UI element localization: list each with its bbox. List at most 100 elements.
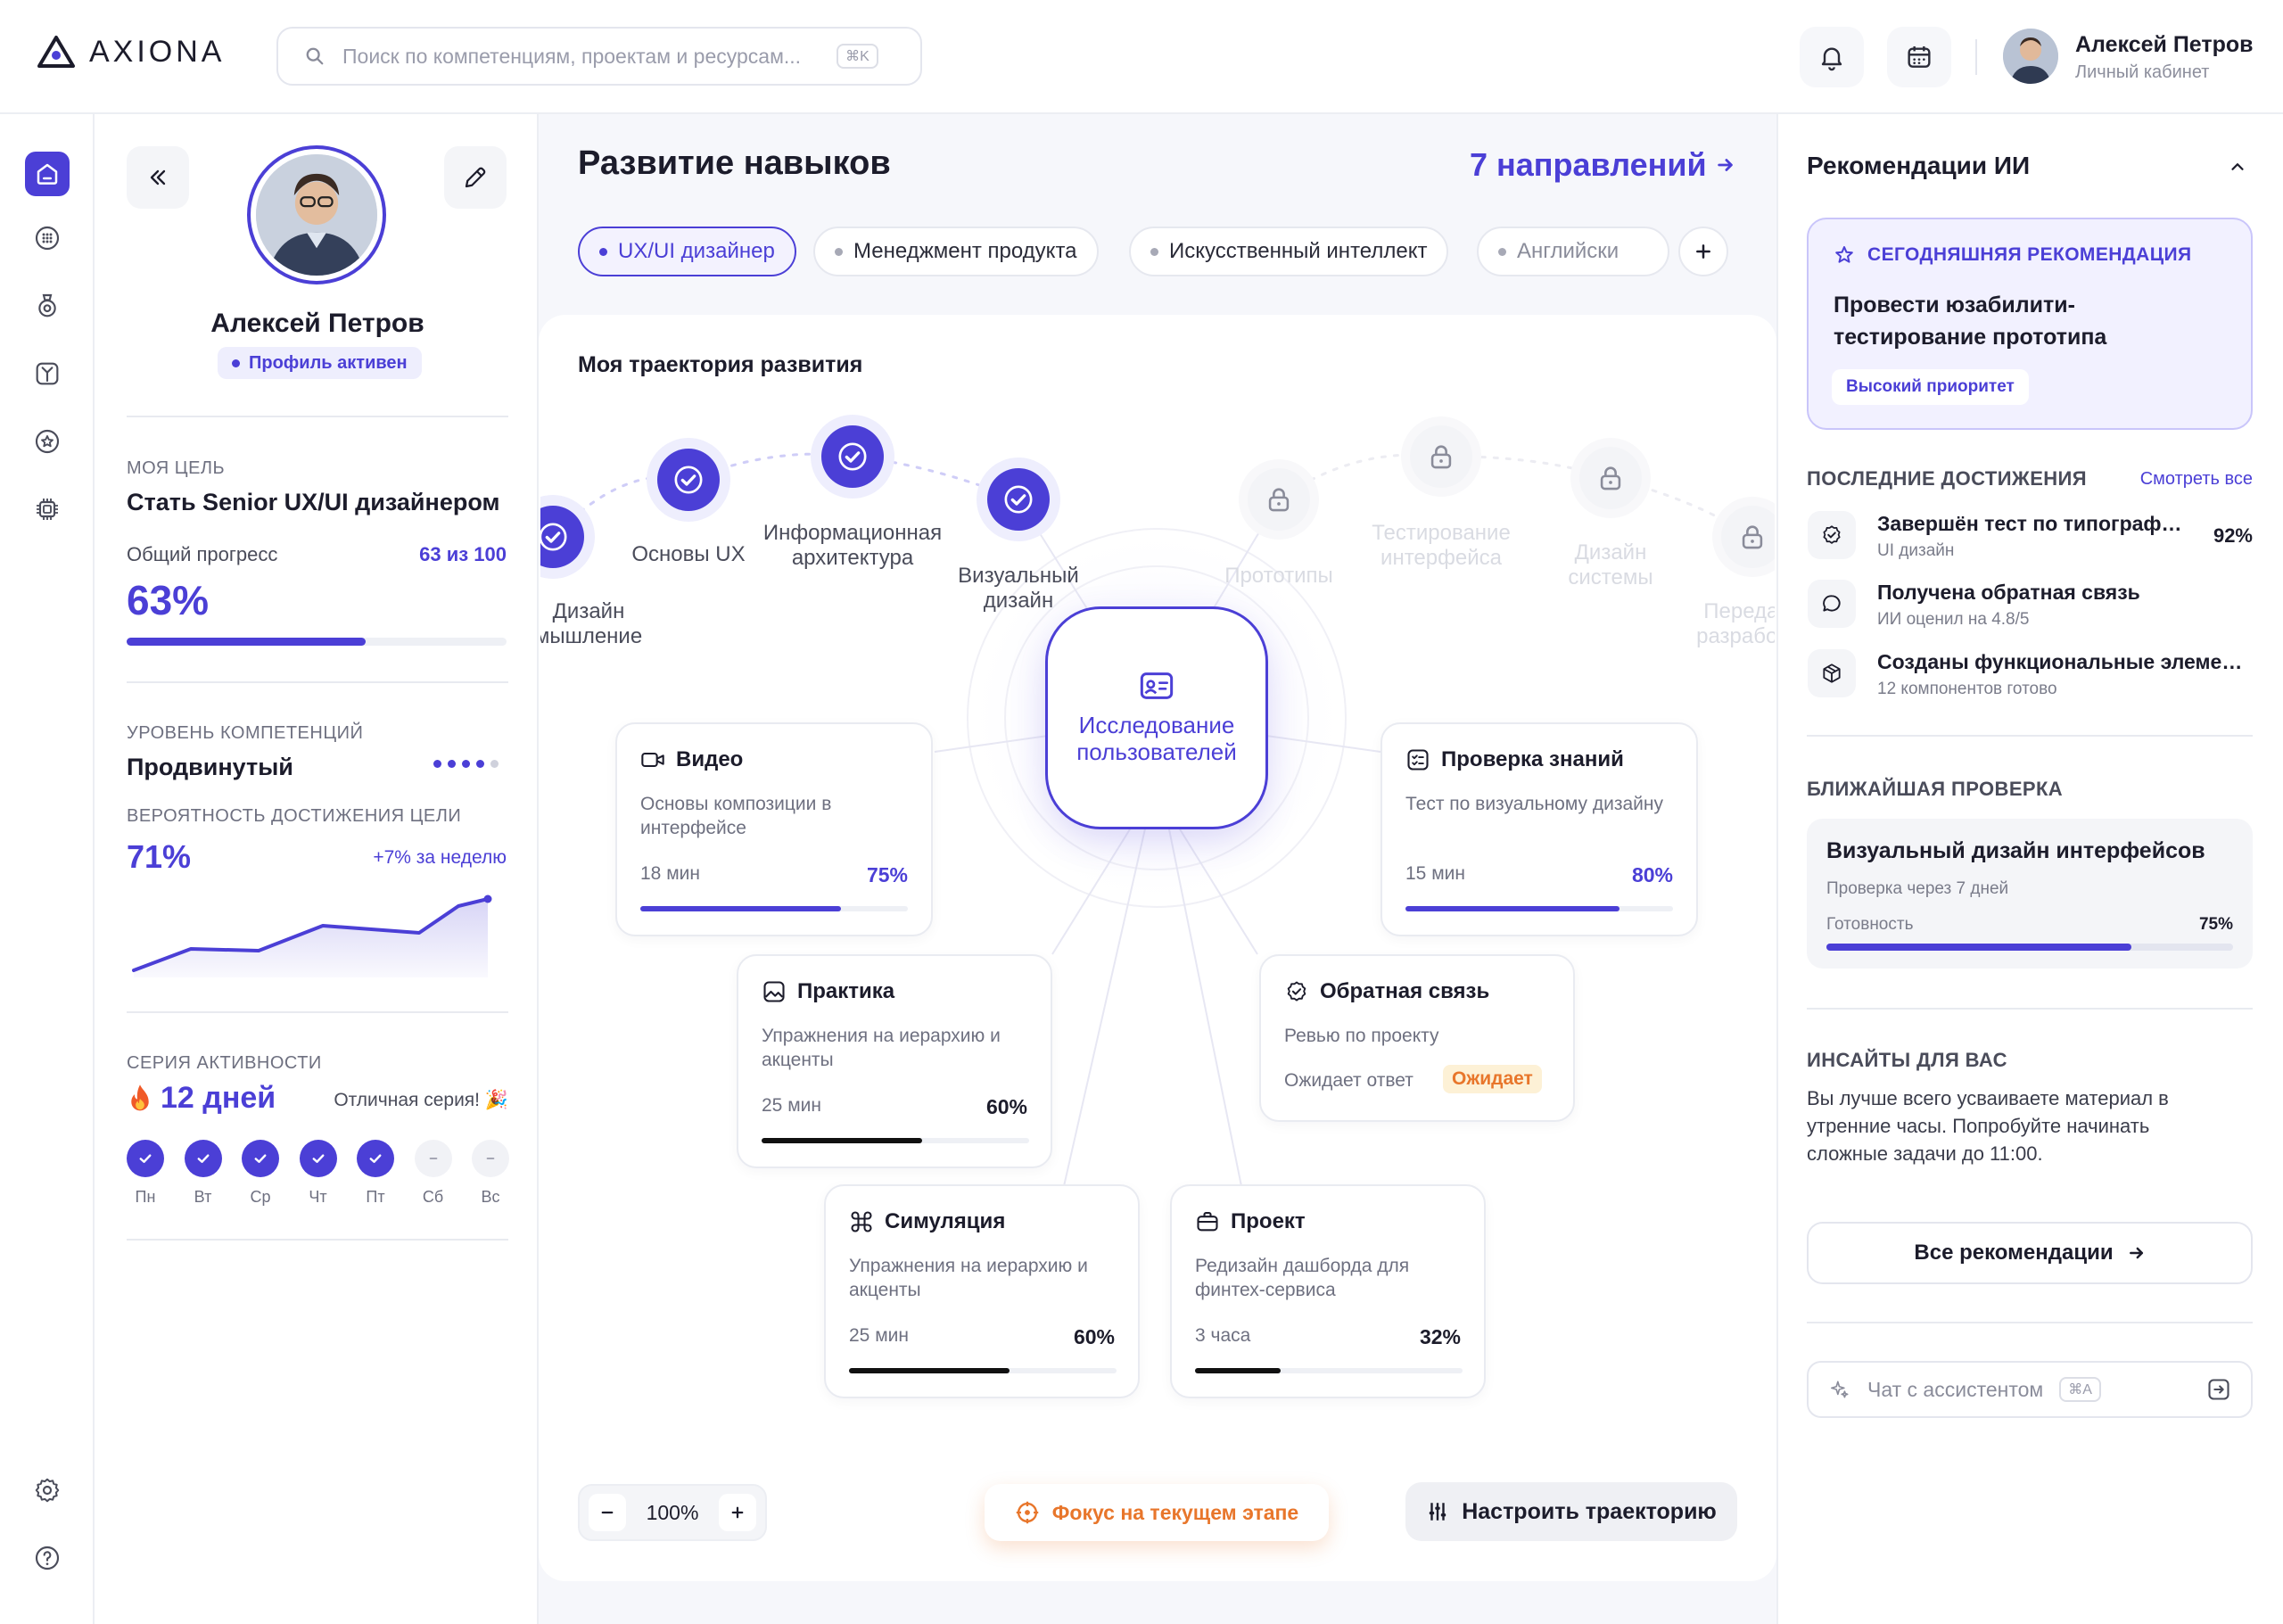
add-direction-button[interactable] bbox=[1678, 227, 1728, 276]
calendar-icon bbox=[1908, 46, 1931, 68]
card-project[interactable]: Проект Редизайн дашборда для финтех-серв… bbox=[1170, 1184, 1486, 1398]
pencil-icon bbox=[465, 167, 486, 188]
search-bar[interactable]: Поиск по компетенциям, проектам и ресурс… bbox=[276, 27, 922, 86]
check-badge-icon bbox=[1823, 525, 1841, 544]
user-name[interactable]: Алексей Петров bbox=[2075, 32, 2254, 58]
brand-logo[interactable]: AXIONA bbox=[36, 34, 225, 70]
progress-bar bbox=[127, 638, 507, 646]
probability-delta: +7% за неделю bbox=[373, 847, 507, 868]
chip-icon[interactable] bbox=[25, 487, 70, 532]
achievement-icon bbox=[1808, 511, 1856, 559]
streak-day-circle bbox=[299, 1140, 337, 1177]
video-icon bbox=[641, 752, 664, 768]
card-description: Упражнения на иерархию и акценты bbox=[849, 1256, 1088, 1300]
streak-day-label: Вт bbox=[194, 1188, 212, 1206]
achievement-score: 92% bbox=[2213, 524, 2253, 547]
collapse-button[interactable] bbox=[127, 146, 189, 209]
card-duration: 25 мин bbox=[762, 1095, 821, 1116]
grid-icon[interactable] bbox=[25, 216, 70, 260]
user-avatar[interactable] bbox=[2003, 29, 2058, 84]
zoom-level: 100% bbox=[646, 1500, 699, 1524]
level-dot bbox=[490, 760, 499, 768]
center-node[interactable]: Исследование пользователей bbox=[1045, 606, 1268, 829]
divider bbox=[127, 416, 508, 417]
goal-label: МОЯ ЦЕЛЬ bbox=[127, 458, 226, 478]
today-recommendation-card[interactable]: СЕГОДНЯШНЯЯ РЕКОМЕНДАЦИЯ Провести юзабил… bbox=[1807, 218, 2253, 430]
readiness-label: Готовность bbox=[1826, 915, 1914, 934]
focus-label: Фокус на текущем этапе bbox=[1051, 1500, 1299, 1524]
insights-text: Вы лучше всего усваиваете материал в утр… bbox=[1807, 1087, 2169, 1165]
arrow-right-icon bbox=[1717, 159, 1733, 171]
card-duration: 18 мин bbox=[640, 863, 700, 884]
card-percent: 60% bbox=[985, 1095, 1027, 1118]
edit-profile-button[interactable] bbox=[444, 146, 507, 209]
streak-label: СЕРИЯ АКТИВНОСТИ bbox=[127, 1053, 322, 1073]
tab-ux-ui[interactable]: UX/UI дизайнер bbox=[578, 227, 796, 276]
progress-count: 63 из 100 bbox=[419, 543, 507, 565]
directions-link-label: 7 направлений bbox=[1470, 146, 1707, 183]
card-progress bbox=[762, 1138, 1029, 1143]
assistant-chat-input[interactable]: Чат с ассистентом ⌘A bbox=[1807, 1361, 2253, 1418]
card-practice[interactable]: Практика Упражнения на иерархию и акцент… bbox=[737, 954, 1052, 1168]
chevrons-left-icon bbox=[150, 169, 166, 185]
right-panel-title: Рекомендации ИИ bbox=[1807, 152, 2031, 179]
settings-icon[interactable] bbox=[25, 1468, 70, 1513]
dash-icon bbox=[486, 1158, 495, 1159]
card-progress-fill bbox=[1195, 1368, 1281, 1373]
tab-ai[interactable]: Искусственный интеллект bbox=[1129, 227, 1449, 276]
check-icon bbox=[369, 1154, 382, 1163]
today-label: СЕГОДНЯШНЯЯ РЕКОМЕНДАЦИЯ bbox=[1867, 244, 2192, 265]
profile-status: Профиль активен bbox=[249, 352, 408, 373]
star-icon[interactable] bbox=[25, 419, 70, 464]
achievement-title[interactable]: Завершён тест по типографике bbox=[1877, 512, 2191, 536]
send-icon[interactable] bbox=[2206, 1377, 2231, 1402]
home-icon[interactable] bbox=[25, 152, 70, 196]
goal-text: Стать Senior UX/UI дизайнером bbox=[127, 489, 500, 515]
next-check-card[interactable]: Визуальный дизайн интерфейсов Проверка ч… bbox=[1807, 819, 2253, 969]
profile-avatar[interactable] bbox=[247, 145, 386, 284]
card-feedback[interactable]: Обратная связь Ревью по проекту Ожидает … bbox=[1259, 954, 1575, 1122]
see-all-link[interactable]: Смотреть все bbox=[2131, 469, 2253, 490]
help-icon[interactable] bbox=[25, 1536, 70, 1580]
check-badge-icon bbox=[1287, 981, 1306, 1002]
zoom-in-button[interactable] bbox=[718, 1494, 756, 1531]
check-icon bbox=[197, 1154, 209, 1163]
notifications-button[interactable] bbox=[1800, 27, 1864, 87]
divider bbox=[127, 1239, 508, 1241]
search-input[interactable]: Поиск по компетенциям, проектам и ресурс… bbox=[342, 45, 801, 69]
tab-product-management[interactable]: Менеджмент продукта bbox=[813, 227, 1099, 276]
image-icon bbox=[763, 981, 785, 1002]
logo-icon bbox=[37, 36, 75, 68]
directions-link[interactable]: 7 направлений bbox=[1470, 146, 1735, 184]
card-video[interactable]: Видео Основы композиции в интерфейсе 18 … bbox=[615, 722, 933, 936]
command-icon bbox=[851, 1211, 872, 1232]
plus-icon bbox=[1696, 244, 1710, 259]
top-header: AXIONA Поиск по компетенциям, проектам и… bbox=[0, 0, 2283, 114]
zoom-out-button[interactable] bbox=[589, 1494, 626, 1531]
zoom-control: 100% bbox=[578, 1484, 767, 1541]
all-recommendations-button[interactable]: Все рекомендации bbox=[1807, 1222, 2253, 1284]
tab-english[interactable]: Английски bbox=[1477, 227, 1669, 276]
sparkle-icon bbox=[1830, 1381, 1849, 1398]
tree-icon[interactable] bbox=[25, 351, 70, 396]
check-title: Визуальный дизайн интерфейсов bbox=[1826, 838, 2205, 863]
tab-dot bbox=[1150, 247, 1158, 256]
achievement-title[interactable]: Получена обратная связь bbox=[1877, 581, 2198, 605]
level-dots bbox=[433, 760, 499, 768]
readiness-bar-fill bbox=[1826, 944, 2131, 951]
badge-icon[interactable] bbox=[25, 284, 70, 328]
card-description: Основы композиции в интерфейсе bbox=[640, 794, 832, 838]
configure-trajectory-button[interactable]: Настроить траекторию bbox=[1405, 1482, 1737, 1541]
card-knowledge-check[interactable]: Проверка знаний Тест по визуальному диза… bbox=[1381, 722, 1698, 936]
chat-bubble-icon bbox=[1823, 595, 1841, 612]
card-simulation[interactable]: Симуляция Упражнения на иерархию и акцен… bbox=[824, 1184, 1140, 1398]
check-icon bbox=[312, 1154, 324, 1163]
nav-rail bbox=[0, 114, 95, 1624]
achievement-title[interactable]: Созданы функциональные элементы bbox=[1877, 650, 2252, 674]
card-progress bbox=[1195, 1368, 1463, 1373]
calendar-button[interactable] bbox=[1887, 27, 1951, 87]
chevron-up-icon[interactable] bbox=[2228, 157, 2247, 177]
card-title: Практика bbox=[797, 979, 895, 1003]
focus-current-stage-button[interactable]: Фокус на текущем этапе bbox=[985, 1484, 1329, 1541]
streak-day-label: Вс bbox=[481, 1188, 500, 1206]
